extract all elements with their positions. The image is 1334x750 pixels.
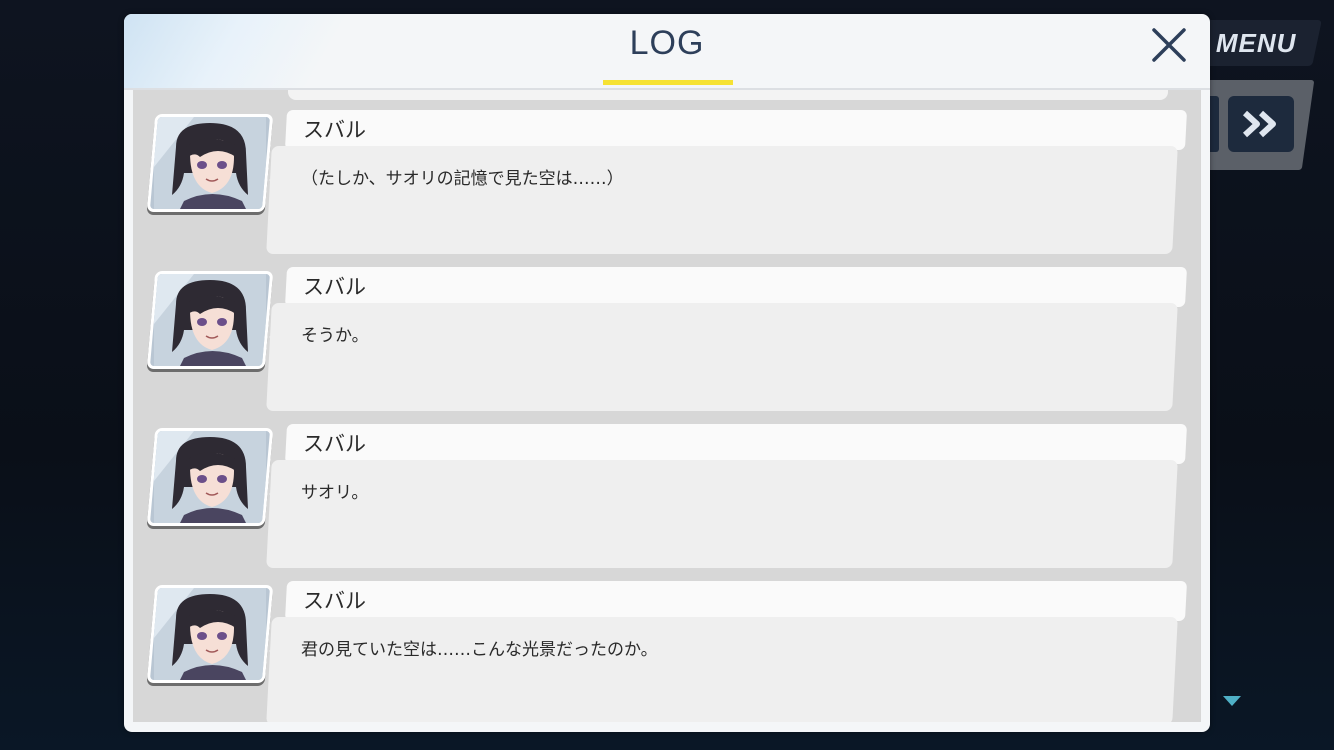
character-portrait — [154, 274, 266, 366]
close-button[interactable] — [1148, 24, 1190, 66]
message-text: そうか。 — [301, 326, 369, 346]
message-text: （たしか、サオリの記憶で見た空は……） — [301, 169, 624, 189]
speaker-avatar — [146, 585, 274, 683]
speaker-name-bar — [284, 424, 1188, 464]
log-entry: スバル そうか。 — [133, 257, 1201, 411]
character-portrait — [154, 117, 266, 209]
log-entry: スバル サオリ。 — [133, 414, 1201, 568]
speaker-name-bar — [284, 110, 1188, 150]
log-list[interactable]: スバル （たしか、サオリの記憶で見た空は……） スバル そうか。 スバル サオリ… — [133, 90, 1201, 722]
message-text: 君の見ていた空は……こんな光景だったのか。 — [301, 640, 658, 660]
character-portrait — [154, 431, 266, 523]
log-title: LOG — [629, 24, 705, 62]
speaker-name: スバル — [303, 589, 366, 613]
fast-forward-icon — [1242, 110, 1276, 138]
speaker-name: スバル — [303, 432, 366, 456]
log-entry: スバル （たしか、サオリの記憶で見た空は……） — [133, 100, 1201, 254]
speaker-name: スバル — [303, 275, 366, 299]
message-text: サオリ。 — [301, 483, 369, 503]
log-entry: スバル 君の見ていた空は……こんな光景だったのか。 — [133, 571, 1201, 722]
speaker-name-bar — [284, 267, 1188, 307]
message-box — [266, 617, 1178, 722]
log-panel: LOG スバル （たしか、サオリの記憶で見た空は……） スバル そうか。 スバル… — [124, 14, 1210, 732]
message-box — [266, 460, 1178, 568]
speaker-name: スバル — [303, 118, 366, 142]
character-portrait — [154, 588, 266, 680]
title-underline — [603, 80, 733, 85]
close-icon — [1152, 28, 1186, 62]
triangle-down-icon[interactable] — [1221, 694, 1243, 708]
speaker-avatar — [146, 271, 274, 369]
speaker-avatar — [146, 428, 274, 526]
message-box — [266, 303, 1178, 411]
speaker-name-bar — [284, 581, 1188, 621]
log-header: LOG — [124, 14, 1210, 90]
previous-entry-edge — [288, 90, 1168, 100]
menu-label: MENU — [1215, 27, 1297, 58]
speaker-avatar — [146, 114, 274, 212]
message-box — [266, 146, 1178, 254]
fast-forward-button[interactable] — [1228, 96, 1294, 152]
